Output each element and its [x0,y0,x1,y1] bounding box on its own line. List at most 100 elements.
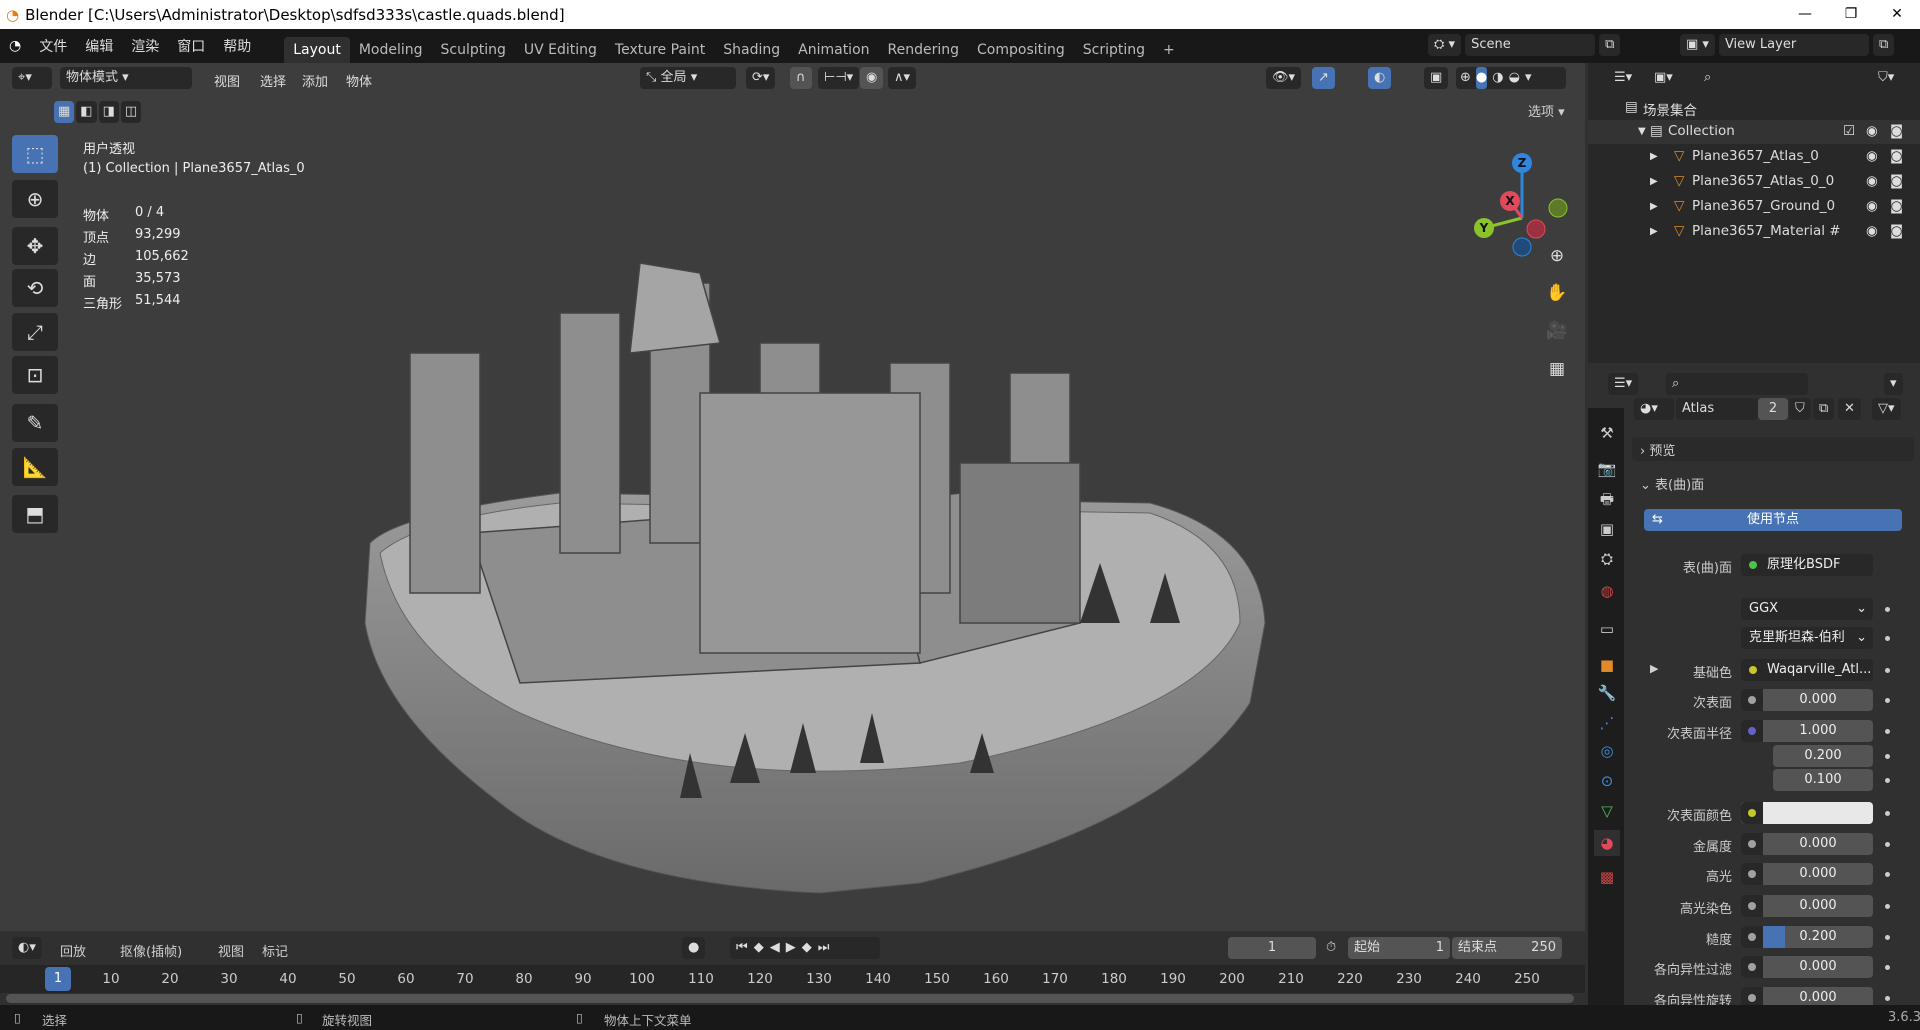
menu-item-1[interactable]: 编辑 [76,36,122,56]
prev-key-icon[interactable]: ◆ [754,940,770,955]
input-socket[interactable] [1741,863,1763,885]
scale-tool[interactable]: ⤢ [12,313,58,351]
keyframe-dot-icon[interactable] [1885,668,1890,673]
overlay-toggle[interactable]: ◐ [1368,67,1392,89]
play-icon[interactable]: ▶ [786,940,802,955]
close-button[interactable]: ✕ [1874,0,1920,29]
end-frame-field[interactable]: 结束点 250 [1452,937,1562,959]
outliner-collection[interactable]: ▼ ▤ Collection ☑ ◉ ◙ [1588,120,1920,144]
auto-keying-toggle[interactable]: ● [682,937,706,959]
gizmo-toggle[interactable]: ↗ [1312,67,1335,89]
viewport-menu-3[interactable]: 物体 [346,71,372,90]
physics-tab-icon[interactable]: ◎ [1594,738,1620,764]
material-shading-icon[interactable]: ◑ [1492,67,1503,89]
outliner-item[interactable]: ▶ ▽ Plane3657_Ground_0 ◉ ◙ [1588,195,1920,219]
camera-view-icon[interactable]: 🎥 [1542,316,1572,346]
outliner-filter-icon[interactable]: ⛉▾ [1872,67,1901,89]
material-users-count[interactable]: 2 [1758,398,1788,420]
snap-target-button[interactable]: ⊢⊣▾ [818,67,860,89]
solid-shading-icon[interactable]: ● [1475,67,1488,89]
eye-icon[interactable]: ◉ [1866,123,1878,139]
playback-controls[interactable]: ⏮◆◀▶◆⏭ [730,937,880,959]
outliner-item[interactable]: ▶ ▽ Plane3657_Atlas_0_0 ◉ ◙ [1588,170,1920,194]
rendered-shading-icon[interactable]: ◒ [1509,67,1520,89]
timeline-menu-3[interactable]: 标记 [262,941,288,960]
gizmo-z-axis[interactable]: Z [1512,153,1532,173]
display-mode-button[interactable]: ☰▾ [1608,67,1639,89]
next-key-icon[interactable]: ◆ [802,940,818,955]
preview-range-icon[interactable]: ⏱ [1326,940,1336,955]
current-frame-field[interactable]: 1 [1228,937,1316,959]
input-socket[interactable] [1741,833,1763,855]
tab-workspace-10[interactable]: + [1154,37,1184,63]
tab-workspace-3[interactable]: UV Editing [515,37,606,63]
expand-arrow-icon[interactable]: ▶ [1650,201,1658,212]
camera-icon[interactable]: ◙ [1890,123,1903,139]
keyframe-dot-icon[interactable] [1885,778,1890,783]
value-field[interactable]: 0.000 [1741,956,1873,978]
texture-tab-icon[interactable]: ▩ [1594,864,1620,890]
value-field[interactable] [1741,802,1873,824]
view-layer-selector[interactable]: ▣ ▾ View Layer ⧉ [1680,34,1895,56]
3d-viewport[interactable]: ⌖▾ 物体模式 ▾ ⤡ 全局 ▾ ⟳▾ ∩ ⊢⊣▾ ◉ ∧▾ 👁▾ ↗ ◐ ▣ … [0,63,1585,931]
shading-options-icon[interactable]: ▾ [1525,67,1532,89]
select-intersect-icon[interactable]: ◫ [120,101,142,123]
input-socket[interactable] [1741,956,1763,978]
outliner-item[interactable]: ▶ ▽ Plane3657_Atlas_0 ◉ ◙ [1588,145,1920,169]
camera-icon[interactable]: ◙ [1890,198,1903,214]
timeline-menu-0[interactable]: 回放 [60,941,86,960]
tab-workspace-7[interactable]: Rendering [879,37,969,63]
world-tab-icon[interactable]: ◍ [1594,578,1620,604]
fake-user-icon[interactable]: ⛉ [1789,398,1811,420]
properties-search[interactable]: ⌕ [1666,373,1808,395]
value-field[interactable]: 0.000 [1741,833,1873,855]
exclude-checkbox[interactable]: ☑ [1843,123,1855,139]
minimize-button[interactable]: — [1782,0,1828,29]
keyframe-dot-icon[interactable] [1885,636,1890,641]
select-extend-icon[interactable]: ◧ [76,101,97,123]
shading-mode-group[interactable]: ⊕ ● ◑ ◒ ▾ [1456,67,1566,89]
unlink-material-icon[interactable]: ✕ [1838,398,1861,420]
scene-selector[interactable]: ⛭ ▾ Scene ⧉ [1428,34,1621,56]
outliner-search[interactable]: ⌕ [1698,67,1848,89]
collection-tab-icon[interactable]: ▭ [1594,616,1620,642]
modifier-tab-icon[interactable]: 🔧 [1594,680,1620,706]
keyframe-dot-icon[interactable] [1885,996,1890,1001]
select-new-icon[interactable]: ▦ [54,101,75,123]
input-socket[interactable] [1741,802,1763,824]
gizmo-x-axis[interactable]: X [1500,191,1520,211]
socket-link-field[interactable]: Waqarville_Atl... [1741,659,1873,681]
material-name-field[interactable]: Atlas [1676,398,1758,420]
keyframe-dot-icon[interactable] [1885,904,1890,909]
start-frame-field[interactable]: 起始 1 [1348,937,1450,959]
camera-icon[interactable]: ◙ [1890,223,1903,239]
preview-panel-header[interactable]: › 预览 [1632,437,1914,461]
render-tab-icon[interactable]: 📷 [1594,456,1620,482]
particles-tab-icon[interactable]: ⋰ [1594,710,1620,736]
tab-workspace-4[interactable]: Texture Paint [606,37,714,63]
restore-button[interactable]: ❐ [1828,0,1874,29]
material-slot-link-icon[interactable]: ▽▾ [1872,398,1901,420]
scene-name-field[interactable]: Scene [1465,34,1596,56]
tab-workspace-9[interactable]: Scripting [1074,37,1154,63]
socket-link-field[interactable]: 原理化BSDF [1741,554,1873,576]
camera-icon[interactable]: ◙ [1890,173,1903,189]
mode-dropdown[interactable]: 物体模式 ▾ [60,67,192,89]
keyframe-dot-icon[interactable] [1885,698,1890,703]
expand-arrow-icon[interactable]: ▶ [1650,151,1658,162]
add-cube-tool[interactable]: ⬒ [12,495,58,533]
editor-type-button[interactable]: ⌖▾ [12,67,52,89]
menu-item-3[interactable]: 窗口 [168,36,214,56]
menu-item-2[interactable]: 渲染 [122,36,168,56]
material-browse-icon[interactable]: ◕▾ [1634,398,1674,420]
vector-component-field[interactable]: 0.200 [1773,745,1873,767]
timeline-scrollbar[interactable] [6,994,1574,1003]
keyframe-dot-icon[interactable] [1885,607,1890,612]
input-socket[interactable] [1741,720,1763,742]
filter-view-button[interactable]: ▣▾ [1648,67,1679,89]
keyframe-dot-icon[interactable] [1885,754,1890,759]
current-frame-indicator[interactable]: 1 [45,967,71,991]
view-layer-icon[interactable]: ▣ ▾ [1680,34,1715,56]
outliner-item[interactable]: ▶ ▽ Plane3657_Material # ◉ ◙ [1588,220,1920,244]
expand-arrow-icon[interactable]: ▼ [1638,126,1646,137]
